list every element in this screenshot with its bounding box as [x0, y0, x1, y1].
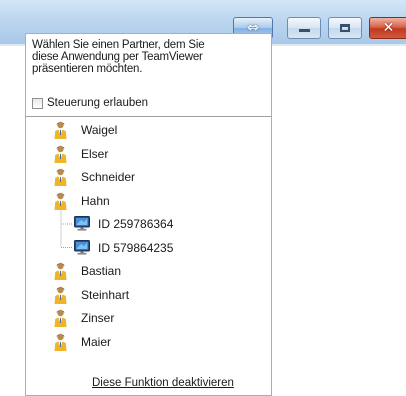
partner-name: Schneider — [81, 170, 136, 184]
partner-name: Waigel — [81, 123, 118, 137]
maximize-button[interactable] — [328, 17, 362, 39]
instruction-message: Wählen Sie einen Partner, dem Sie diese … — [32, 39, 264, 75]
message-line: diese Anwendung per TeamViewer — [32, 51, 203, 63]
partner-name: Steinhart — [81, 287, 130, 302]
partner-selection-popup: Wählen Sie einen Partner, dem Sie diese … — [25, 33, 272, 396]
partner-row[interactable]: Bastian — [26, 261, 271, 281]
minimize-icon — [298, 29, 310, 32]
device-id-label: ID 579864235 — [98, 240, 174, 255]
partner-name: Hahn — [81, 193, 110, 208]
person-icon — [54, 192, 67, 210]
computer-icon — [74, 239, 90, 255]
partner-row[interactable]: Hahn — [26, 191, 271, 211]
person-icon — [54, 168, 67, 186]
close-button[interactable]: ✕ — [369, 17, 406, 39]
partner-name: Maier — [81, 334, 112, 349]
person-icon — [54, 262, 67, 280]
partner-name: Elser — [81, 146, 109, 161]
partner-row[interactable]: Zinser — [26, 308, 271, 328]
partner-row[interactable]: Waigel — [26, 120, 271, 140]
person-icon — [54, 145, 67, 163]
person-icon — [54, 309, 67, 327]
maximize-icon — [340, 24, 350, 32]
device-row[interactable]: ID 259786364 — [26, 214, 271, 234]
partner-row[interactable]: Maier — [26, 332, 271, 352]
allow-control-checkbox[interactable] — [32, 97, 43, 109]
close-icon: ✕ — [382, 20, 395, 36]
person-icon — [54, 286, 67, 304]
partner-row[interactable]: Steinhart — [26, 285, 271, 305]
person-icon — [54, 121, 67, 139]
allow-control-row[interactable]: Steuerung erlauben — [32, 96, 148, 110]
partner-name: Bastian — [81, 264, 122, 278]
allow-control-label: Steuerung erlauben — [47, 97, 149, 109]
message-line: präsentieren möchten. — [32, 63, 143, 75]
minimize-button[interactable] — [287, 17, 321, 39]
computer-icon — [74, 216, 90, 231]
divider — [26, 116, 271, 117]
partner-row[interactable]: Elser — [26, 144, 271, 164]
partner-row[interactable]: Schneider — [26, 167, 271, 187]
disable-feature-link[interactable]: Diese Funktion deaktivieren — [92, 377, 234, 389]
partner-name: Zinser — [81, 311, 115, 325]
device-row[interactable]: ID 579864235 — [26, 238, 271, 258]
device-id-label: ID 259786364 — [98, 217, 174, 231]
person-icon — [54, 333, 67, 351]
message-line: Wählen Sie einen Partner, dem Sie — [32, 39, 205, 51]
